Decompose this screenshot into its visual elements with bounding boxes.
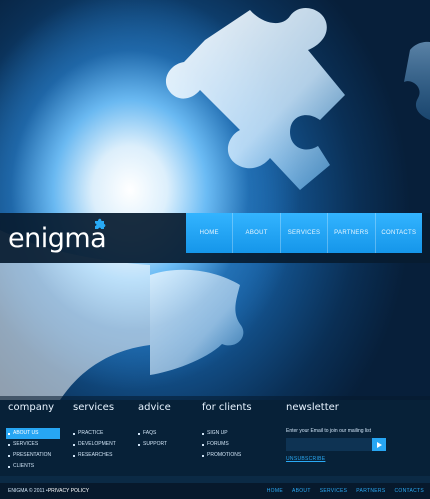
hero-background [0,0,430,400]
bottom-nav-services[interactable]: SERVICES [320,488,348,494]
services-list: PRACTICE DEVELOPMENT RESEARCHES [71,428,116,461]
company-heading: company [8,402,55,413]
footer-link-researches[interactable]: RESEARCHES [71,450,116,461]
footer-link-development[interactable]: DEVELOPMENT [71,439,116,450]
footer-link-support[interactable]: SUPPORT [136,439,167,450]
footer-link-clients[interactable]: CLIENTS [6,461,60,472]
main-nav: HOME ABOUT SERVICES PARTNERS CONTACTS [186,213,422,253]
newsletter-submit-button[interactable] [372,438,386,451]
for-clients-heading: for clients [202,402,252,413]
newsletter-email-input[interactable] [286,438,372,451]
bottom-nav-contacts[interactable]: CONTACTS [394,488,424,494]
footer-link-forums[interactable]: FORUMS [200,439,241,450]
bottom-nav: HOME ABOUT SERVICES PARTNERS CONTACTS [267,488,424,494]
newsletter-heading: newsletter [286,402,339,413]
newsletter-prompt: Enter your Email to join our mailing lis… [286,428,372,434]
nav-home[interactable]: HOME [186,213,232,253]
puzzle-logo-icon [95,218,106,229]
advice-list: FAQS SUPPORT [136,428,167,450]
bottom-nav-partners[interactable]: PARTNERS [356,488,385,494]
for-clients-list: SIGN UP FORUMS PROMOTIONS [200,428,241,461]
bottom-bar: ENIGMA © 2011 •PRIVACY POLICY HOME ABOUT… [0,483,430,499]
nav-about[interactable]: ABOUT [232,213,279,253]
logo[interactable]: enigma [8,223,107,254]
bottom-nav-home[interactable]: HOME [267,488,283,494]
play-arrow-icon [376,441,382,448]
copyright: ENIGMA © 2011 •PRIVACY POLICY [8,488,89,494]
nav-contacts[interactable]: CONTACTS [374,213,422,253]
footer-link-services[interactable]: SERVICES [6,439,60,450]
nav-partners[interactable]: PARTNERS [327,213,374,253]
footer-link-sign-up[interactable]: SIGN UP [200,428,241,439]
footer-link-about-us[interactable]: ABOUT US [6,428,60,439]
advice-heading: advice [138,402,171,413]
company-list: ABOUT US SERVICES PRESENTATION CLIENTS [6,428,60,472]
bottom-nav-about[interactable]: ABOUT [292,488,311,494]
puzzle-piece-main [0,8,430,400]
footer-link-promotions[interactable]: PROMOTIONS [200,450,241,461]
footer-link-practice[interactable]: PRACTICE [71,428,116,439]
nav-services[interactable]: SERVICES [279,213,327,253]
footer-link-faqs[interactable]: FAQS [136,428,167,439]
services-heading: services [73,402,115,413]
privacy-policy-link[interactable]: PRIVACY POLICY [48,488,89,494]
footer-link-presentation[interactable]: PRESENTATION [6,450,60,461]
copyright-text: ENIGMA © 2011 • [8,488,48,494]
unsubscribe-link[interactable]: UNSUBSCRIBE [286,456,325,462]
